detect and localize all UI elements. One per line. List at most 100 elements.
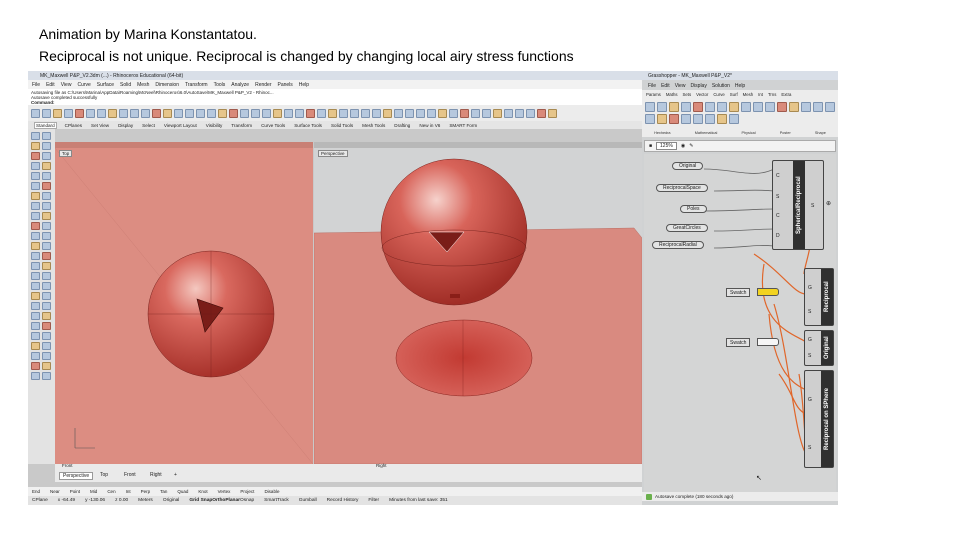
swatch-yellow-value[interactable] xyxy=(757,288,779,296)
osnap-option-7[interactable]: Tan xyxy=(160,489,167,494)
gh-tab-9[interactable]: Extra xyxy=(781,92,791,97)
toolbar-tool-icon[interactable] xyxy=(251,108,260,118)
sidebar-tool-icon[interactable] xyxy=(31,302,40,310)
sidebar-tool-icon[interactable] xyxy=(31,212,40,220)
menu-item-12[interactable]: Panels xyxy=(278,82,293,88)
gh-menu-item-4[interactable]: Solution xyxy=(712,83,730,89)
sidebar-tool-icon[interactable] xyxy=(31,202,40,210)
sidebar-tool-icon[interactable] xyxy=(42,352,51,360)
gh-component-icon[interactable] xyxy=(729,114,739,124)
component-original[interactable]: Original G S xyxy=(804,330,834,366)
toolbar-tool-icon[interactable] xyxy=(339,108,348,118)
sidebar-tool-icon[interactable] xyxy=(42,192,51,200)
param-original[interactable]: Original xyxy=(672,162,704,170)
osnap-option-8[interactable]: Quad xyxy=(177,489,188,494)
gh-menu-item-3[interactable]: Display xyxy=(690,83,706,89)
gh-component-icon[interactable] xyxy=(669,114,679,124)
toolbar-tool-icon[interactable] xyxy=(460,108,469,118)
sidebar-tool-icon[interactable] xyxy=(42,162,51,170)
toolbar-tool-icon[interactable] xyxy=(218,108,227,118)
osnap-option-10[interactable]: Vertex xyxy=(218,489,231,494)
toolbar-tab-13[interactable]: New in V6 xyxy=(418,123,441,128)
toolbar-tool-icon[interactable] xyxy=(493,108,502,118)
osnap-option-1[interactable]: Near xyxy=(50,489,60,494)
toolbar-tool-icon[interactable] xyxy=(273,108,282,118)
sidebar-tool-icon[interactable] xyxy=(31,132,40,140)
sidebar-tool-icon[interactable] xyxy=(31,242,40,250)
gh-component-icon[interactable] xyxy=(717,102,727,112)
sidebar-tool-icon[interactable] xyxy=(42,232,51,240)
sidebar-tool-icon[interactable] xyxy=(31,192,40,200)
sidebar-tool-icon[interactable] xyxy=(31,372,40,380)
sidebar-tool-icon[interactable] xyxy=(31,282,40,290)
toolbar-tab-6[interactable]: Visibility xyxy=(205,123,224,128)
toolbar-tool-icon[interactable] xyxy=(130,108,139,118)
gh-tab-4[interactable]: Curve xyxy=(713,92,724,97)
toolbar-tool-icon[interactable] xyxy=(86,108,95,118)
gh-component-icon[interactable] xyxy=(801,102,811,112)
toolbar-tool-icon[interactable] xyxy=(438,108,447,118)
toolbar-tool-icon[interactable] xyxy=(306,108,315,118)
sidebar-tool-icon[interactable] xyxy=(31,322,40,330)
sidebar-tool-icon[interactable] xyxy=(42,342,51,350)
param-reciprocal-space[interactable]: ReciprocalSpace xyxy=(656,184,708,192)
sidebar-tool-icon[interactable] xyxy=(42,362,51,370)
gh-menu-item-2[interactable]: View xyxy=(675,83,686,89)
status-cplane[interactable]: CPlane xyxy=(32,498,48,503)
gh-component-icon[interactable] xyxy=(753,102,763,112)
input-pin[interactable]: C xyxy=(776,173,780,179)
gh-menu-item-5[interactable]: Help xyxy=(735,83,745,89)
toolbar-tool-icon[interactable] xyxy=(449,108,458,118)
menu-item-6[interactable]: Mesh xyxy=(137,82,149,88)
zoom-field[interactable]: 125% xyxy=(656,142,677,150)
input-pin-g[interactable]: G xyxy=(808,337,812,343)
gh-tab-7[interactable]: Int xyxy=(758,92,763,97)
param-poles[interactable]: Poles xyxy=(680,205,707,213)
param-reciprocal-radial[interactable]: ReciprocalRadial xyxy=(652,241,704,249)
status-gumball[interactable]: Gumball xyxy=(299,498,317,503)
gh-component-icon[interactable] xyxy=(693,114,703,124)
osnap-option-2[interactable]: Point xyxy=(70,489,80,494)
gh-component-icon[interactable] xyxy=(645,114,655,124)
gh-menu-item-1[interactable]: Edit xyxy=(661,83,670,89)
component-reciprocal-on-sphere[interactable]: Reciprocal on SPhere G S xyxy=(804,370,834,468)
menu-item-8[interactable]: Transform xyxy=(185,82,208,88)
sidebar-tool-icon[interactable] xyxy=(42,332,51,340)
gh-component-icon[interactable] xyxy=(705,114,715,124)
gh-component-icon[interactable] xyxy=(741,102,751,112)
input-pin[interactable]: C xyxy=(776,213,780,219)
gh-component-icon[interactable] xyxy=(657,102,667,112)
menu-item-11[interactable]: Render xyxy=(255,82,271,88)
status-filter[interactable]: Filter xyxy=(368,498,379,503)
command-prompt[interactable]: Command: xyxy=(31,100,55,105)
input-pin-s[interactable]: S xyxy=(808,445,811,451)
gh-component-icon[interactable] xyxy=(669,102,679,112)
toolbar-tool-icon[interactable] xyxy=(42,108,51,118)
osnap-option-12[interactable]: Disable xyxy=(264,489,279,494)
menu-item-10[interactable]: Analyze xyxy=(231,82,249,88)
viewport-top[interactable]: Top xyxy=(55,148,313,464)
toolbar-tool-icon[interactable] xyxy=(185,108,194,118)
status-grid-snap[interactable]: Grid Snap xyxy=(189,498,212,503)
toolbar-tool-icon[interactable] xyxy=(548,108,557,118)
tab-right[interactable]: Right xyxy=(147,472,165,478)
status-planar[interactable]: Planar xyxy=(225,498,240,503)
osnap-option-6[interactable]: Perp xyxy=(141,489,151,494)
sidebar-tool-icon[interactable] xyxy=(42,262,51,270)
sidebar-tool-icon[interactable] xyxy=(42,222,51,230)
sidebar-tool-icon[interactable] xyxy=(31,182,40,190)
gh-component-icon[interactable] xyxy=(765,102,775,112)
menu-item-1[interactable]: Edit xyxy=(46,82,55,88)
toolbar-tool-icon[interactable] xyxy=(471,108,480,118)
toolbar-tool-icon[interactable] xyxy=(75,108,84,118)
sidebar-tool-icon[interactable] xyxy=(42,322,51,330)
gh-component-icon[interactable] xyxy=(717,114,727,124)
menu-item-7[interactable]: Dimension xyxy=(155,82,179,88)
menu-item-2[interactable]: View xyxy=(61,82,72,88)
sidebar-tool-icon[interactable] xyxy=(42,302,51,310)
toolbar-tool-icon[interactable] xyxy=(394,108,403,118)
sidebar-tool-icon[interactable] xyxy=(42,372,51,380)
sidebar-tool-icon[interactable] xyxy=(42,282,51,290)
toolbar-tool-icon[interactable] xyxy=(405,108,414,118)
swatch-white-value[interactable] xyxy=(757,338,779,346)
